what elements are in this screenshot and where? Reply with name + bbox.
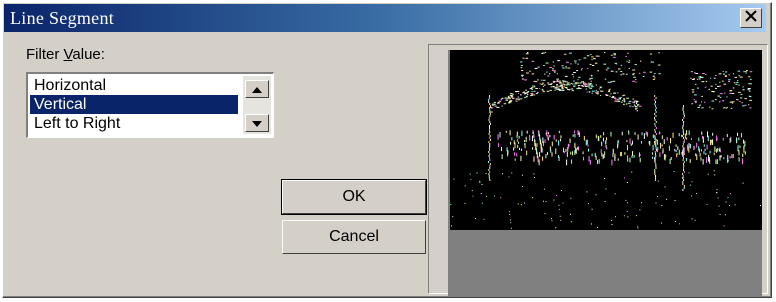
scroll-down-button[interactable] xyxy=(245,114,269,132)
window-title: Line Segment xyxy=(10,8,115,28)
close-icon xyxy=(745,9,757,27)
scroll-up-arrow-icon xyxy=(252,80,262,98)
list-item-vertical[interactable]: Vertical xyxy=(30,95,238,114)
scroll-up-button[interactable] xyxy=(245,80,269,98)
filter-value-label: Filter Value: xyxy=(26,46,105,63)
preview-image xyxy=(450,50,762,230)
close-button[interactable] xyxy=(740,8,762,28)
cancel-button[interactable]: Cancel xyxy=(282,220,426,254)
scroll-down-arrow-icon xyxy=(252,114,262,132)
title-bar[interactable]: Line Segment xyxy=(4,4,766,32)
listbox-scrollbar[interactable] xyxy=(243,76,271,134)
ok-button[interactable]: OK xyxy=(281,179,427,215)
filter-value-listbox[interactable]: Horizontal Vertical Left to Right xyxy=(26,72,274,138)
list-item-horizontal[interactable]: Horizontal xyxy=(30,76,238,95)
list-item-left-to-right[interactable]: Left to Right xyxy=(30,114,238,133)
